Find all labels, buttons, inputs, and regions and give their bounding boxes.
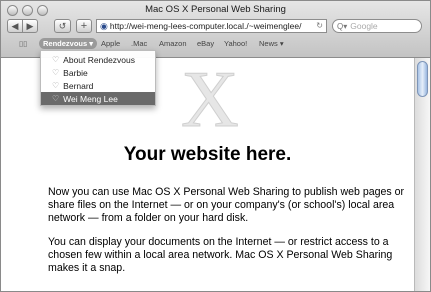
browser-window: Mac OS X Personal Web Sharing ◀ ▶ ↺ + ◉ …	[0, 0, 431, 292]
menu-item-bernard[interactable]: ♡ Bernard	[41, 79, 155, 92]
vertical-scrollbar[interactable]	[414, 58, 430, 291]
search-placeholder: Google	[350, 21, 378, 31]
page-headline: Your website here.	[123, 144, 292, 165]
menu-item-label: Barbie	[63, 67, 88, 78]
rendezvous-dropdown-menu: ♡ About Rendezvous ♡ Barbie ♡ Bernard ♡ Wei …	[40, 50, 156, 106]
bookmark-ebay[interactable]: eBay	[197, 39, 214, 48]
menu-item-wei-meng-lee[interactable]: ♡ Wei Meng Lee	[41, 92, 155, 105]
bookmark-apple[interactable]: Apple	[101, 39, 120, 48]
address-bar[interactable]: ◉ http://wei-meng-lees-computer.local./~…	[96, 19, 327, 33]
rendezvous-icon: ♡	[52, 81, 60, 90]
bookmark-news-menu[interactable]: News ▾	[259, 39, 284, 48]
address-reload-icon[interactable]: ↻	[316, 21, 323, 30]
google-search-field[interactable]: Q▾ Google	[332, 19, 422, 33]
plus-icon: +	[80, 20, 88, 32]
bookmark-yahoo[interactable]: Yahoo!	[224, 39, 247, 48]
window-title: Mac OS X Personal Web Sharing	[145, 4, 286, 15]
back-arrow-icon: ◀	[11, 20, 19, 31]
forward-arrow-icon: ▶	[26, 20, 34, 31]
mac-os-x-logo: X	[181, 56, 240, 144]
search-icon[interactable]: Q▾	[337, 22, 347, 31]
reload-icon: ↺	[58, 20, 67, 31]
bookmark-amazon[interactable]: Amazon	[159, 39, 187, 48]
intro-paragraph: Now you can use Mac OS X Personal Web Sh…	[48, 186, 405, 224]
rendezvous-icon: ♡	[52, 94, 60, 103]
details-paragraph: You can display your documents on the In…	[48, 236, 393, 274]
menu-item-label: About Rendezvous	[63, 54, 135, 65]
add-bookmark-button[interactable]: +	[76, 19, 92, 33]
rendezvous-icon: ♡	[52, 68, 60, 77]
menu-item-barbie[interactable]: ♡ Barbie	[41, 66, 155, 79]
address-text: http://wei-meng-lees-computer.local./~we…	[109, 21, 302, 31]
bookmarks-book-icon[interactable]: ▯▯	[19, 39, 27, 48]
back-button[interactable]: ◀	[7, 19, 23, 33]
menu-item-about-rendezvous[interactable]: ♡ About Rendezvous	[41, 53, 155, 66]
scrollbar-thumb[interactable]	[417, 61, 428, 97]
menu-item-label: Wei Meng Lee	[63, 93, 118, 104]
site-favicon-icon: ◉	[100, 20, 108, 31]
bookmark-mac[interactable]: .Mac	[131, 39, 147, 48]
rendezvous-icon: ♡	[52, 55, 60, 64]
menu-item-label: Bernard	[63, 80, 94, 91]
reload-button[interactable]: ↺	[54, 19, 71, 33]
forward-button[interactable]: ▶	[22, 19, 38, 33]
bookmark-rendezvous-menu[interactable]: Rendezvous ▾	[39, 38, 98, 49]
